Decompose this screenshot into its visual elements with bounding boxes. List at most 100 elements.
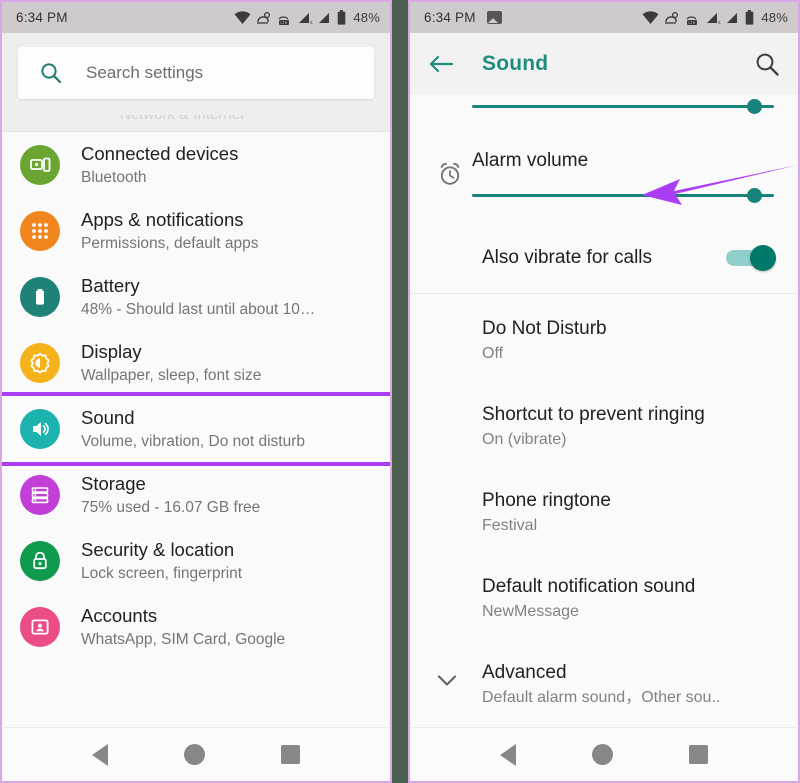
apps-grid-icon bbox=[20, 211, 60, 251]
slider-body: Alarm volume bbox=[472, 150, 774, 203]
sidebar-item-title: Accounts bbox=[81, 605, 158, 626]
dual-screenshot-container: 6:34 PM LTE x 48% Search settings Networ… bbox=[0, 0, 800, 783]
sound-settings-list: Alarm volume Also vibrate for calls Do N… bbox=[410, 95, 798, 730]
alarm-clock-icon bbox=[428, 161, 472, 187]
sidebar-item-apps-notifications[interactable]: Apps & notifications Permissions, defaul… bbox=[2, 198, 390, 264]
sidebar-item-title: Security & location bbox=[81, 539, 235, 560]
svg-text:x: x bbox=[310, 20, 313, 25]
volume-slider-thumb[interactable] bbox=[746, 99, 762, 114]
sidebar-item-text: Battery 48% - Should last until about 10… bbox=[81, 273, 315, 321]
search-icon[interactable] bbox=[755, 52, 780, 77]
sidebar-item-subtitle: Lock screen, fingerprint bbox=[81, 565, 243, 582]
storage-server-icon bbox=[20, 475, 60, 515]
home-circle-icon[interactable] bbox=[592, 744, 613, 765]
alarm-slider-track[interactable] bbox=[472, 188, 774, 203]
sidebar-item-subtitle: 75% used - 16.07 GB free bbox=[81, 499, 261, 516]
account-card-icon bbox=[20, 607, 60, 647]
partial-row-above-list: Network & Internet bbox=[2, 115, 390, 131]
right-phone-screen: 6:34 PM LTE x 48% Sound Alarm volume Als… bbox=[408, 0, 800, 783]
svg-text:LTE: LTE bbox=[689, 21, 696, 25]
sidebar-item-sound[interactable]: Sound Volume, vibration, Do not disturb bbox=[2, 392, 390, 466]
pref-phone-ringtone[interactable]: Phone ringtone Festival bbox=[410, 468, 798, 554]
pref-do-not-disturb[interactable]: Do Not Disturb Off bbox=[410, 294, 798, 382]
svg-text:x: x bbox=[718, 20, 721, 25]
sidebar-item-title: Storage bbox=[81, 473, 146, 494]
volume-speaker-icon bbox=[20, 409, 60, 449]
page-title: Sound bbox=[482, 52, 549, 75]
sidebar-item-display[interactable]: Display Wallpaper, sleep, font size bbox=[2, 330, 390, 396]
sidebar-item-subtitle: Wallpaper, sleep, font size bbox=[81, 367, 262, 384]
also-vibrate-toggle[interactable] bbox=[726, 245, 776, 271]
pref-subtitle: Festival bbox=[482, 517, 538, 534]
svg-text:LTE: LTE bbox=[281, 21, 288, 25]
status-time: 6:34 PM bbox=[16, 10, 68, 25]
wifi-icon bbox=[234, 10, 251, 24]
signal-icon bbox=[319, 12, 330, 23]
back-triangle-icon[interactable] bbox=[92, 743, 108, 766]
sidebar-item-security-location[interactable]: Security & location Lock screen, fingerp… bbox=[2, 528, 390, 594]
battery-icon bbox=[338, 10, 346, 25]
status-time: 6:34 PM bbox=[424, 10, 476, 25]
brightness-icon bbox=[20, 343, 60, 383]
settings-list: Connected devices Bluetooth Apps & notif… bbox=[2, 132, 390, 732]
recents-square-icon[interactable] bbox=[281, 745, 300, 764]
toggle-thumb bbox=[750, 245, 776, 271]
sidebar-item-text: Storage 75% used - 16.07 GB free bbox=[81, 471, 260, 519]
search-placeholder: Search settings bbox=[86, 63, 204, 82]
battery-percent: 48% bbox=[353, 10, 380, 25]
volume-slider-row-partial[interactable] bbox=[410, 95, 798, 114]
status-icons-group: LTE x 48% bbox=[642, 10, 788, 25]
pref-title: Shortcut to prevent ringing bbox=[482, 404, 705, 425]
signal-icon bbox=[727, 12, 738, 23]
sidebar-item-battery[interactable]: Battery 48% - Should last until about 10… bbox=[2, 264, 390, 330]
pref-title: Default notification sound bbox=[482, 576, 696, 597]
lock-icon bbox=[20, 541, 60, 581]
sidebar-item-subtitle: WhatsApp, SIM Card, Google bbox=[81, 631, 286, 648]
sidebar-item-text: Apps & notifications Permissions, defaul… bbox=[81, 207, 258, 255]
sidebar-item-subtitle: Bluetooth bbox=[81, 169, 147, 186]
pref-title: Phone ringtone bbox=[482, 490, 611, 511]
alarm-volume-label: Alarm volume bbox=[472, 150, 589, 171]
home-circle-icon[interactable] bbox=[184, 744, 205, 765]
left-phone-screen: 6:34 PM LTE x 48% Search settings Networ… bbox=[0, 0, 392, 783]
volume-slider-track[interactable] bbox=[472, 99, 774, 114]
pref-subtitle: Off bbox=[482, 345, 504, 362]
status-icons-group: LTE x 48% bbox=[234, 10, 380, 25]
pref-subtitle: Default alarm sound，Other sou.. bbox=[482, 689, 721, 706]
right-navigation-bar bbox=[410, 727, 798, 781]
alarm-volume-row[interactable]: Alarm volume bbox=[410, 108, 798, 203]
sidebar-item-title: Display bbox=[81, 341, 142, 362]
sidebar-item-text: Connected devices Bluetooth bbox=[81, 141, 238, 189]
sidebar-item-connected-devices[interactable]: Connected devices Bluetooth bbox=[2, 132, 390, 198]
partial-row-text: Network & Internet bbox=[120, 115, 244, 123]
back-triangle-icon[interactable] bbox=[500, 743, 516, 766]
also-vibrate-label: Also vibrate for calls bbox=[482, 247, 653, 268]
sidebar-item-accounts[interactable]: Accounts WhatsApp, SIM Card, Google bbox=[2, 594, 390, 660]
alarm-slider-thumb[interactable] bbox=[746, 188, 762, 203]
signal-no-sim-icon: x bbox=[707, 12, 721, 25]
pref-shortcut-prevent-ringing[interactable]: Shortcut to prevent ringing On (vibrate) bbox=[410, 382, 798, 468]
signal-no-sim-icon: x bbox=[299, 12, 313, 25]
sound-app-bar: Sound bbox=[410, 33, 798, 95]
recents-square-icon[interactable] bbox=[689, 745, 708, 764]
pref-default-notification-sound[interactable]: Default notification sound NewMessage bbox=[410, 554, 798, 640]
cast-icon bbox=[257, 11, 271, 24]
left-navigation-bar bbox=[2, 727, 390, 781]
chevron-down-icon bbox=[436, 674, 458, 693]
sidebar-item-text: Display Wallpaper, sleep, font size bbox=[81, 339, 261, 387]
lte-signal-icon: LTE bbox=[278, 15, 290, 25]
battery-percent: 48% bbox=[761, 10, 788, 25]
wifi-icon bbox=[642, 10, 659, 24]
battery-icon bbox=[746, 10, 754, 25]
right-status-bar: 6:34 PM LTE x 48% bbox=[410, 2, 798, 33]
sidebar-item-text: Accounts WhatsApp, SIM Card, Google bbox=[81, 603, 285, 651]
sidebar-item-storage[interactable]: Storage 75% used - 16.07 GB free bbox=[2, 462, 390, 528]
back-arrow-icon[interactable] bbox=[428, 53, 454, 75]
also-vibrate-row[interactable]: Also vibrate for calls bbox=[410, 227, 798, 289]
search-input[interactable]: Search settings bbox=[18, 47, 374, 99]
pref-subtitle: On (vibrate) bbox=[482, 431, 567, 448]
pref-subtitle: NewMessage bbox=[482, 603, 579, 620]
pref-advanced[interactable]: Advanced Default alarm sound，Other sou.. bbox=[410, 640, 798, 726]
pref-title: Advanced bbox=[482, 662, 567, 683]
lte-signal-icon: LTE bbox=[686, 15, 698, 25]
